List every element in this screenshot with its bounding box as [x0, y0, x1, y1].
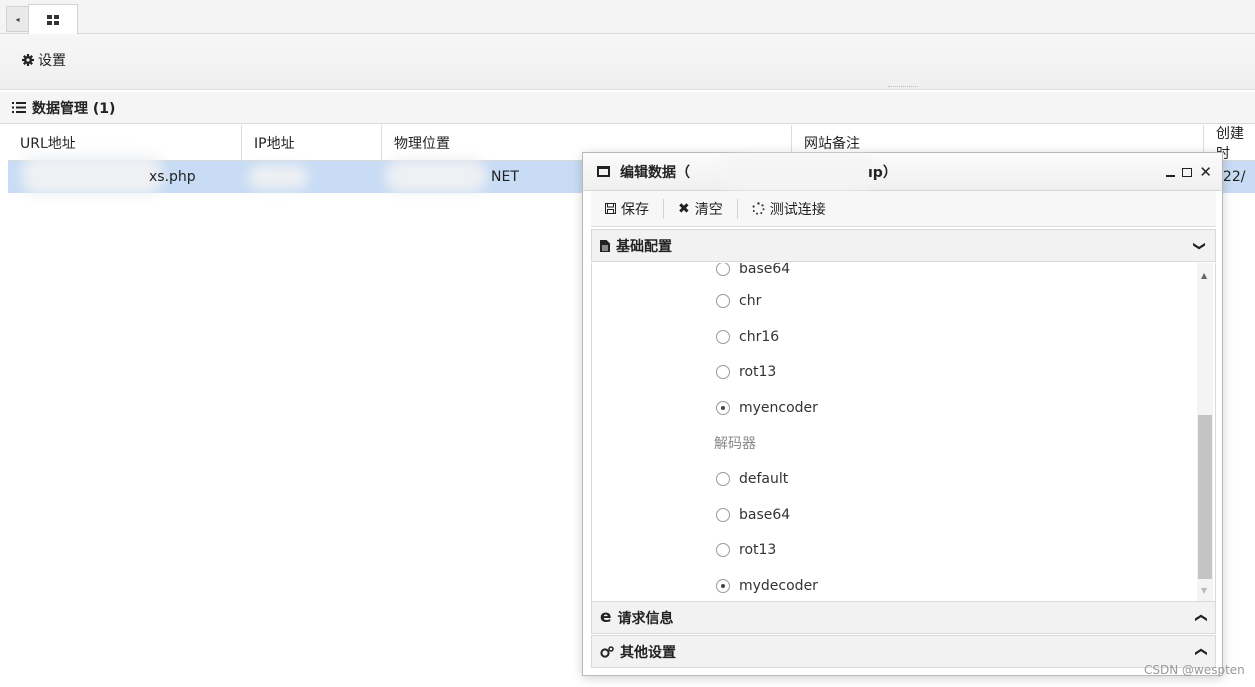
settings-button[interactable]: 设置 [22, 50, 66, 70]
encoder-option[interactable]: myencoder [716, 398, 818, 418]
chevron-up-icon: ❯ [1192, 646, 1207, 657]
watermark: CSDN @wespten [1144, 663, 1245, 677]
panel-title: 数据管理 (1) [32, 100, 116, 117]
redacted-url [22, 155, 162, 195]
radio-button[interactable] [716, 263, 730, 276]
clear-button[interactable]: ✖ 清空 [664, 198, 737, 220]
section-other-title: 其他设置 [620, 644, 676, 661]
option-label: base64 [739, 507, 791, 523]
clear-label: 清空 [694, 201, 723, 218]
scroll-thumb[interactable] [1198, 415, 1212, 579]
radio-button[interactable] [716, 330, 730, 344]
list-icon [12, 102, 26, 113]
chevron-down-icon: ❯ [1192, 240, 1207, 251]
main-toolbar [0, 34, 1255, 90]
save-button[interactable]: 保存 [591, 198, 663, 220]
cell-location: NET [491, 169, 519, 185]
encoder-option[interactable]: rot13 [716, 362, 776, 382]
window-title: 编辑数据（ [620, 164, 690, 181]
redacted-ip [248, 165, 308, 189]
option-label: base64 [739, 263, 791, 277]
test-connection-button[interactable]: 测试连接 [738, 198, 840, 220]
times-icon: ✖ [678, 200, 690, 217]
radio-button[interactable] [716, 543, 730, 557]
option-label: chr [739, 293, 762, 309]
radio-button-selected[interactable] [716, 401, 730, 415]
grid-icon [47, 14, 59, 25]
section-other-settings[interactable]: 其他设置 ❯ [591, 635, 1216, 668]
scroll-up-icon[interactable]: ▲ [1201, 271, 1207, 280]
column-ip[interactable]: IP地址 [242, 125, 382, 161]
option-label: chr16 [739, 329, 780, 345]
spinner-icon [752, 202, 765, 215]
gears-icon [600, 645, 614, 658]
decoder-option[interactable]: rot13 [716, 540, 776, 560]
save-icon [605, 203, 616, 214]
scroll-down-icon[interactable]: ▼ [1201, 586, 1207, 595]
data-panel-header: 数据管理 (1) [0, 92, 1255, 124]
option-label: rot13 [739, 542, 777, 558]
minimize-icon[interactable] [1166, 175, 1176, 177]
decoder-group-label: 解码器 [714, 436, 756, 452]
maximize-icon[interactable] [1182, 167, 1193, 177]
basic-config-body: base64 chr chr16 rot13 myencoder 解码器 def… [591, 263, 1216, 601]
save-label: 保存 [621, 201, 649, 218]
window-titlebar[interactable]: 编辑数据（ ıp） ✕ [583, 153, 1222, 191]
ie-icon: e [600, 607, 612, 627]
file-icon [600, 239, 610, 252]
tab-strip [0, 0, 1255, 34]
close-icon[interactable]: ✕ [1199, 163, 1212, 181]
section-basic-title: 基础配置 [616, 238, 672, 255]
section-basic-config[interactable]: 基础配置 ❯ [591, 229, 1216, 262]
redacted-title [723, 157, 873, 189]
option-label: mydecoder [739, 578, 818, 594]
test-connection-label: 测试连接 [769, 201, 826, 218]
window-icon [597, 166, 610, 177]
cell-url: xs.php [149, 169, 196, 185]
encoder-option[interactable]: chr16 [716, 327, 779, 347]
tab-scroll-left-button[interactable]: ◂ [6, 6, 28, 32]
option-label: default [739, 471, 789, 487]
settings-label: 设置 [38, 53, 66, 69]
option-label: rot13 [739, 364, 777, 380]
section-request-title: 请求信息 [617, 610, 674, 627]
radio-button[interactable] [716, 365, 730, 379]
encoder-option[interactable]: base64 [716, 263, 790, 279]
decoder-option[interactable]: base64 [716, 505, 790, 525]
radio-button[interactable] [716, 508, 730, 522]
decoder-option[interactable]: default [716, 469, 788, 489]
edit-data-window: 编辑数据（ ıp） ✕ 保存 ✖ 清空 测试连接 基础配置 ❯ base64 c… [582, 152, 1223, 676]
gear-icon [22, 54, 34, 66]
vertical-scrollbar[interactable]: ▲ ▼ [1197, 263, 1213, 601]
radio-button-selected[interactable] [716, 579, 730, 593]
decoder-option[interactable]: mydecoder [716, 576, 818, 596]
option-label: myencoder [739, 400, 818, 416]
redacted-location [386, 159, 486, 193]
radio-button[interactable] [716, 472, 730, 486]
tab-home[interactable] [28, 4, 78, 34]
section-request-info[interactable]: e 请求信息 ❯ [591, 601, 1216, 634]
encoder-option[interactable]: chr [716, 291, 761, 311]
window-title-suffix: ıp） [868, 164, 897, 181]
editor-toolbar: 保存 ✖ 清空 测试连接 [591, 191, 1216, 227]
radio-button[interactable] [716, 294, 730, 308]
resize-grip[interactable] [888, 86, 918, 87]
chevron-up-icon: ❯ [1192, 612, 1207, 623]
